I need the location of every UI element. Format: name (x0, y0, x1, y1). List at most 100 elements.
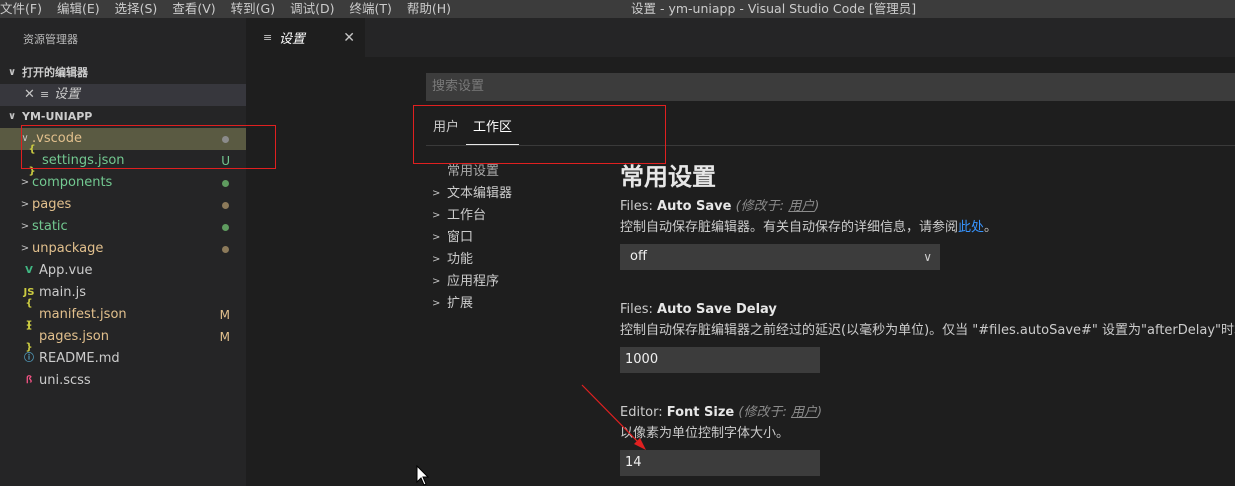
tree-item-label: pages.json (39, 329, 109, 344)
modified-scope-link[interactable]: 用户 (788, 199, 814, 214)
tree-item-label: components (32, 175, 113, 190)
open-editor-item-settings[interactable]: ✕ ≡ 设置 (0, 84, 246, 106)
settings-file-icon: ≡ (40, 88, 50, 101)
tree-item[interactable]: > pages (0, 194, 246, 216)
tree-item[interactable]: V App.vue (0, 260, 246, 282)
menu-view[interactable]: 查看(V) (172, 0, 220, 18)
toc-item[interactable]: > 文本编辑器 (432, 183, 622, 205)
tree-item[interactable]: ⓘ README.md (0, 348, 246, 370)
toc-item[interactable]: > 应用程序 (432, 271, 622, 293)
menu-terminal[interactable]: 终端(T) (349, 0, 396, 18)
setting-category: Files: (620, 199, 658, 214)
toc-item[interactable]: > 功能 (432, 249, 622, 271)
setting-name: Auto Save (657, 199, 732, 214)
setting-name: Font Size (666, 405, 735, 420)
tree-item-label: README.md (39, 351, 120, 366)
toc-item[interactable]: > 工作台 (432, 205, 622, 227)
tree-item[interactable]: > components (0, 172, 246, 194)
chevron-right-icon: > (20, 221, 30, 232)
settings-file-icon: ≡ (263, 31, 273, 44)
info-icon: ⓘ (24, 353, 34, 364)
modified-suffix: ) (814, 199, 820, 214)
git-status-badge: M (219, 308, 230, 322)
status-dot-icon (222, 224, 229, 231)
tree-item-label: manifest.json (39, 307, 127, 322)
toc-item[interactable]: 常用设置 (432, 161, 622, 183)
close-icon[interactable]: ✕ (24, 84, 40, 106)
modified-suffix: ) (817, 405, 823, 420)
editor-tab-bar: ≡ 设置 ✕ (246, 18, 1235, 57)
tree-item-label: unpackage (32, 241, 104, 256)
modified-prefix: (修改于: (738, 405, 791, 420)
mouse-cursor-icon (416, 465, 430, 486)
setting-auto-save-delay: Files: Auto Save Delay 控制自动保存脏编辑器之前经过的延迟… (620, 300, 1235, 373)
tree-item[interactable]: > unpackage (0, 238, 246, 260)
toc-item[interactable]: > 窗口 (432, 227, 622, 249)
settings-toc: 常用设置 > 文本编辑器 > 工作台 > 窗口 > 功能 > 应用程序 > 扩展 (432, 161, 622, 315)
menu-help[interactable]: 帮助(H) (407, 0, 456, 18)
section-title: 常用设置 (620, 163, 716, 191)
modified-indicator: (修改于: 用户) (738, 405, 822, 420)
modified-scope-link[interactable]: 用户 (791, 405, 817, 420)
git-status-badge: M (219, 330, 230, 344)
menu-go[interactable]: 转到(G) (231, 0, 280, 18)
menu-file[interactable]: 文件(F) (0, 0, 47, 18)
auto-save-select[interactable]: off ∨ (620, 244, 940, 270)
tree-item-label: main.js (39, 285, 86, 300)
tree-item-label: uni.scss (39, 373, 91, 388)
chevron-down-icon: ∨ (8, 111, 17, 122)
setting-title: Files: Auto Save Delay (620, 300, 1235, 320)
tree-item-label: App.vue (39, 263, 93, 278)
tree-item[interactable]: > static (0, 216, 246, 238)
settings-editor: 搜索设置 用户 工作区 常用设置 > 文本编辑器 > 工作台 > 窗口 > 功能 > 应用… (246, 57, 1235, 486)
setting-name: Auto Save Delay (657, 302, 777, 317)
sass-file-icon: ꟗ (25, 375, 33, 386)
chevron-right-icon: > (20, 243, 30, 254)
explorer-header: 资源管理器 (23, 33, 78, 46)
status-dot-icon (222, 202, 229, 209)
chevron-right-icon: > (20, 177, 30, 188)
tree-item[interactable]: { } pages.json M (0, 320, 246, 353)
status-dot-icon (222, 246, 229, 253)
menu-bar: 文件(F) 编辑(E) 选择(S) 查看(V) 转到(G) 调试(D) 终端(T… (0, 0, 466, 18)
setting-category: Editor: (620, 405, 667, 420)
vue-file-icon: V (25, 265, 33, 276)
auto-save-delay-input[interactable]: 1000 (620, 347, 820, 373)
setting-auto-save: Files: Auto Save (修改于: 用户) 控制自动保存脏编辑器。有关… (620, 197, 1235, 270)
window-title: 设置 - ym-uniapp - Visual Studio Code [管理员… (631, 1, 917, 16)
close-icon[interactable]: ✕ (343, 30, 355, 46)
chevron-right-icon: > (432, 276, 441, 287)
open-editor-label: 设置 (54, 87, 81, 102)
annotation-box-vscode (21, 125, 276, 169)
settings-content: 常用设置 Files: Auto Save (修改于: 用户) 控制自动保存脏编… (620, 157, 1235, 486)
font-size-input[interactable]: 14 (620, 450, 820, 476)
search-settings-input[interactable]: 搜索设置 (426, 73, 1235, 101)
chevron-right-icon: > (432, 188, 441, 199)
tree-item-label: pages (32, 197, 72, 212)
chevron-right-icon: > (432, 232, 441, 243)
menu-debug[interactable]: 调试(D) (290, 0, 339, 18)
toc-label: 功能 (447, 252, 474, 267)
toc-item[interactable]: > 扩展 (432, 293, 622, 315)
tree-item[interactable]: ꟗ uni.scss (0, 370, 246, 392)
tab-settings[interactable]: ≡ 设置 ✕ (246, 18, 365, 57)
toc-label: 窗口 (447, 230, 474, 245)
setting-title: Files: Auto Save (修改于: 用户) (620, 197, 1235, 217)
chevron-down-icon: ∨ (923, 250, 932, 264)
description-end: 。 (984, 220, 998, 235)
description-text: 控制自动保存脏编辑器。有关自动保存的详细信息，请参阅 (620, 220, 959, 235)
open-editors-header[interactable]: ∨ 打开的编辑器 (0, 62, 246, 84)
setting-font-size: Editor: Font Size (修改于: 用户) 以像素为单位控制字体大小… (620, 403, 1235, 476)
open-editors-label: 打开的编辑器 (22, 66, 88, 79)
tree-item-label: static (32, 219, 68, 234)
chevron-down-icon: ∨ (8, 67, 17, 78)
toc-label: 扩展 (447, 296, 474, 311)
chevron-right-icon: > (20, 199, 30, 210)
modified-prefix: (修改于: (735, 199, 789, 214)
docs-link[interactable]: 此处 (958, 220, 984, 235)
menu-selection[interactable]: 选择(S) (115, 0, 163, 18)
status-dot-icon (222, 180, 229, 187)
toc-label: 文本编辑器 (447, 186, 513, 201)
menu-edit[interactable]: 编辑(E) (57, 0, 105, 18)
chevron-right-icon: > (432, 298, 441, 309)
